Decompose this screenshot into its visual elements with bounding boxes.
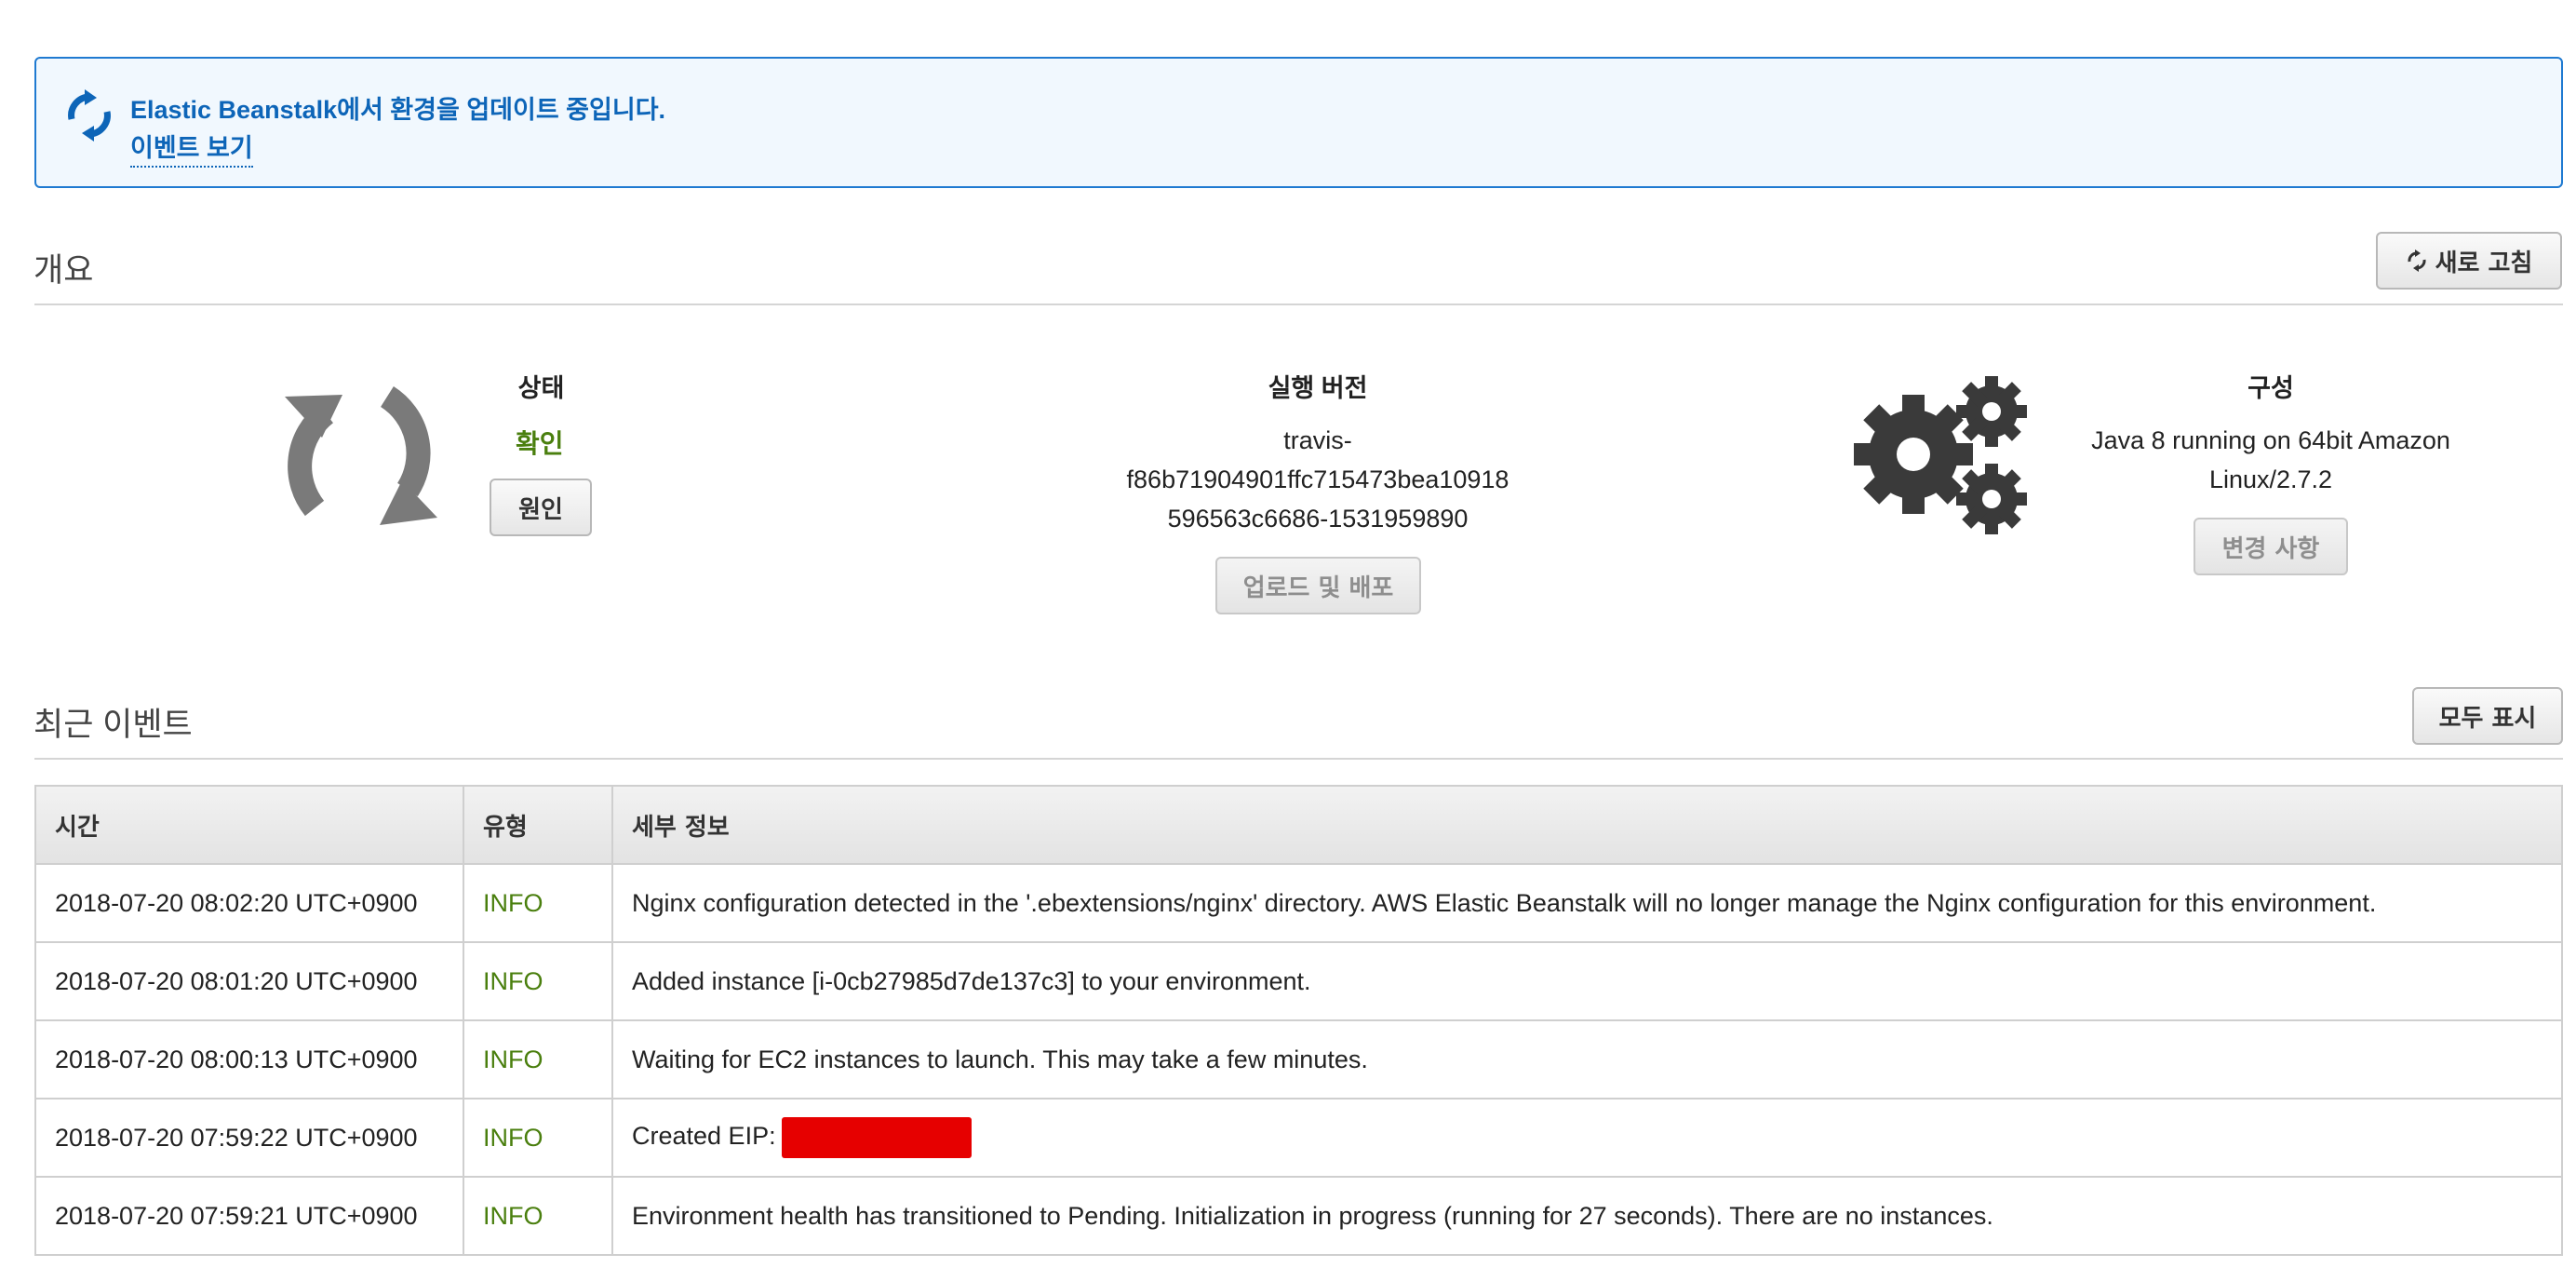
event-type: INFO [463,1176,613,1256]
refresh-icon [61,88,117,143]
gears-icon [1852,372,2033,538]
table-row: 2018-07-20 08:01:20 UTC+0900 INFO Added … [34,941,2563,1021]
event-type: INFO [463,941,613,1021]
refresh-button-label: 새로 고침 [2435,249,2533,277]
version-line: travis- [1283,426,1352,454]
column-header-type[interactable]: 유형 [463,785,613,865]
redacted-block [781,1117,972,1158]
event-type: INFO [463,1019,613,1099]
overview-title: 개요 [34,252,94,289]
table-row: 2018-07-20 07:59:21 UTC+0900 INFO Enviro… [34,1176,2563,1256]
change-button[interactable]: 변경 사항 [2194,518,2348,575]
show-all-button[interactable]: 모두 표시 [2412,687,2563,745]
refresh-icon [2406,250,2428,272]
table-header-row: 시간 유형 세부 정보 [34,785,2563,865]
table-row: 2018-07-20 08:02:20 UTC+0900 INFO Nginx … [34,863,2563,943]
event-time: 2018-07-20 08:02:20 UTC+0900 [34,863,464,943]
upload-deploy-button[interactable]: 업로드 및 배포 [1215,557,1421,614]
recent-events-title: 최근 이벤트 [34,707,193,743]
event-details: Nginx configuration detected in the '.eb… [611,863,2563,943]
cause-button[interactable]: 원인 [490,479,592,536]
running-version-value: travis- f86b71904901ffc715473bea10918 59… [1076,421,1560,538]
view-events-link[interactable]: 이벤트 보기 [130,128,253,168]
event-type: INFO [463,1098,613,1178]
column-header-time[interactable]: 시간 [34,785,464,865]
event-time: 2018-07-20 07:59:22 UTC+0900 [34,1098,464,1178]
table-row: 2018-07-20 07:59:22 UTC+0900 INFO Create… [34,1098,2563,1178]
banner-message: Elastic Beanstalk에서 환경을 업데이트 중입니다. [130,96,666,124]
event-details: Created EIP: [632,1122,776,1151]
configuration-line: Linux/2.7.2 [2208,465,2333,493]
status-value: 확인 [516,429,564,458]
event-details: Added instance [i-0cb27985d7de137c3] to … [611,941,2563,1021]
events-table: 시간 유형 세부 정보 2018-07-20 08:02:20 UTC+0900… [34,785,2563,1256]
event-time: 2018-07-20 07:59:21 UTC+0900 [34,1176,464,1256]
version-line: 596563c6686-1531959890 [1167,505,1469,533]
event-details: Waiting for EC2 instances to launch. Thi… [611,1019,2563,1099]
configuration-value: Java 8 running on 64bit Amazon Linux/2.7… [2047,421,2494,499]
running-version-label: 실행 버전 [1268,374,1368,402]
event-details-cell: Created EIP: [611,1098,2563,1178]
column-header-details[interactable]: 세부 정보 [611,785,2563,865]
configuration-label: 구성 [2247,374,2294,402]
event-type: INFO [463,863,613,943]
event-details: Environment health has transitioned to P… [611,1176,2563,1256]
version-line: f86b71904901ffc715473bea10918 [1126,465,1509,493]
status-label: 상태 [517,374,565,402]
events-divider [34,758,2563,760]
sync-icon [277,378,445,536]
event-time: 2018-07-20 08:00:13 UTC+0900 [34,1019,464,1099]
event-time: 2018-07-20 08:01:20 UTC+0900 [34,941,464,1021]
refresh-button[interactable]: 새로 고침 [2376,232,2562,290]
overview-divider [34,304,2563,305]
update-notification-banner: Elastic Beanstalk에서 환경을 업데이트 중입니다. 이벤트 보… [34,57,2563,188]
table-row: 2018-07-20 08:00:13 UTC+0900 INFO Waitin… [34,1019,2563,1099]
configuration-line: Java 8 running on 64bit Amazon [2091,426,2450,454]
